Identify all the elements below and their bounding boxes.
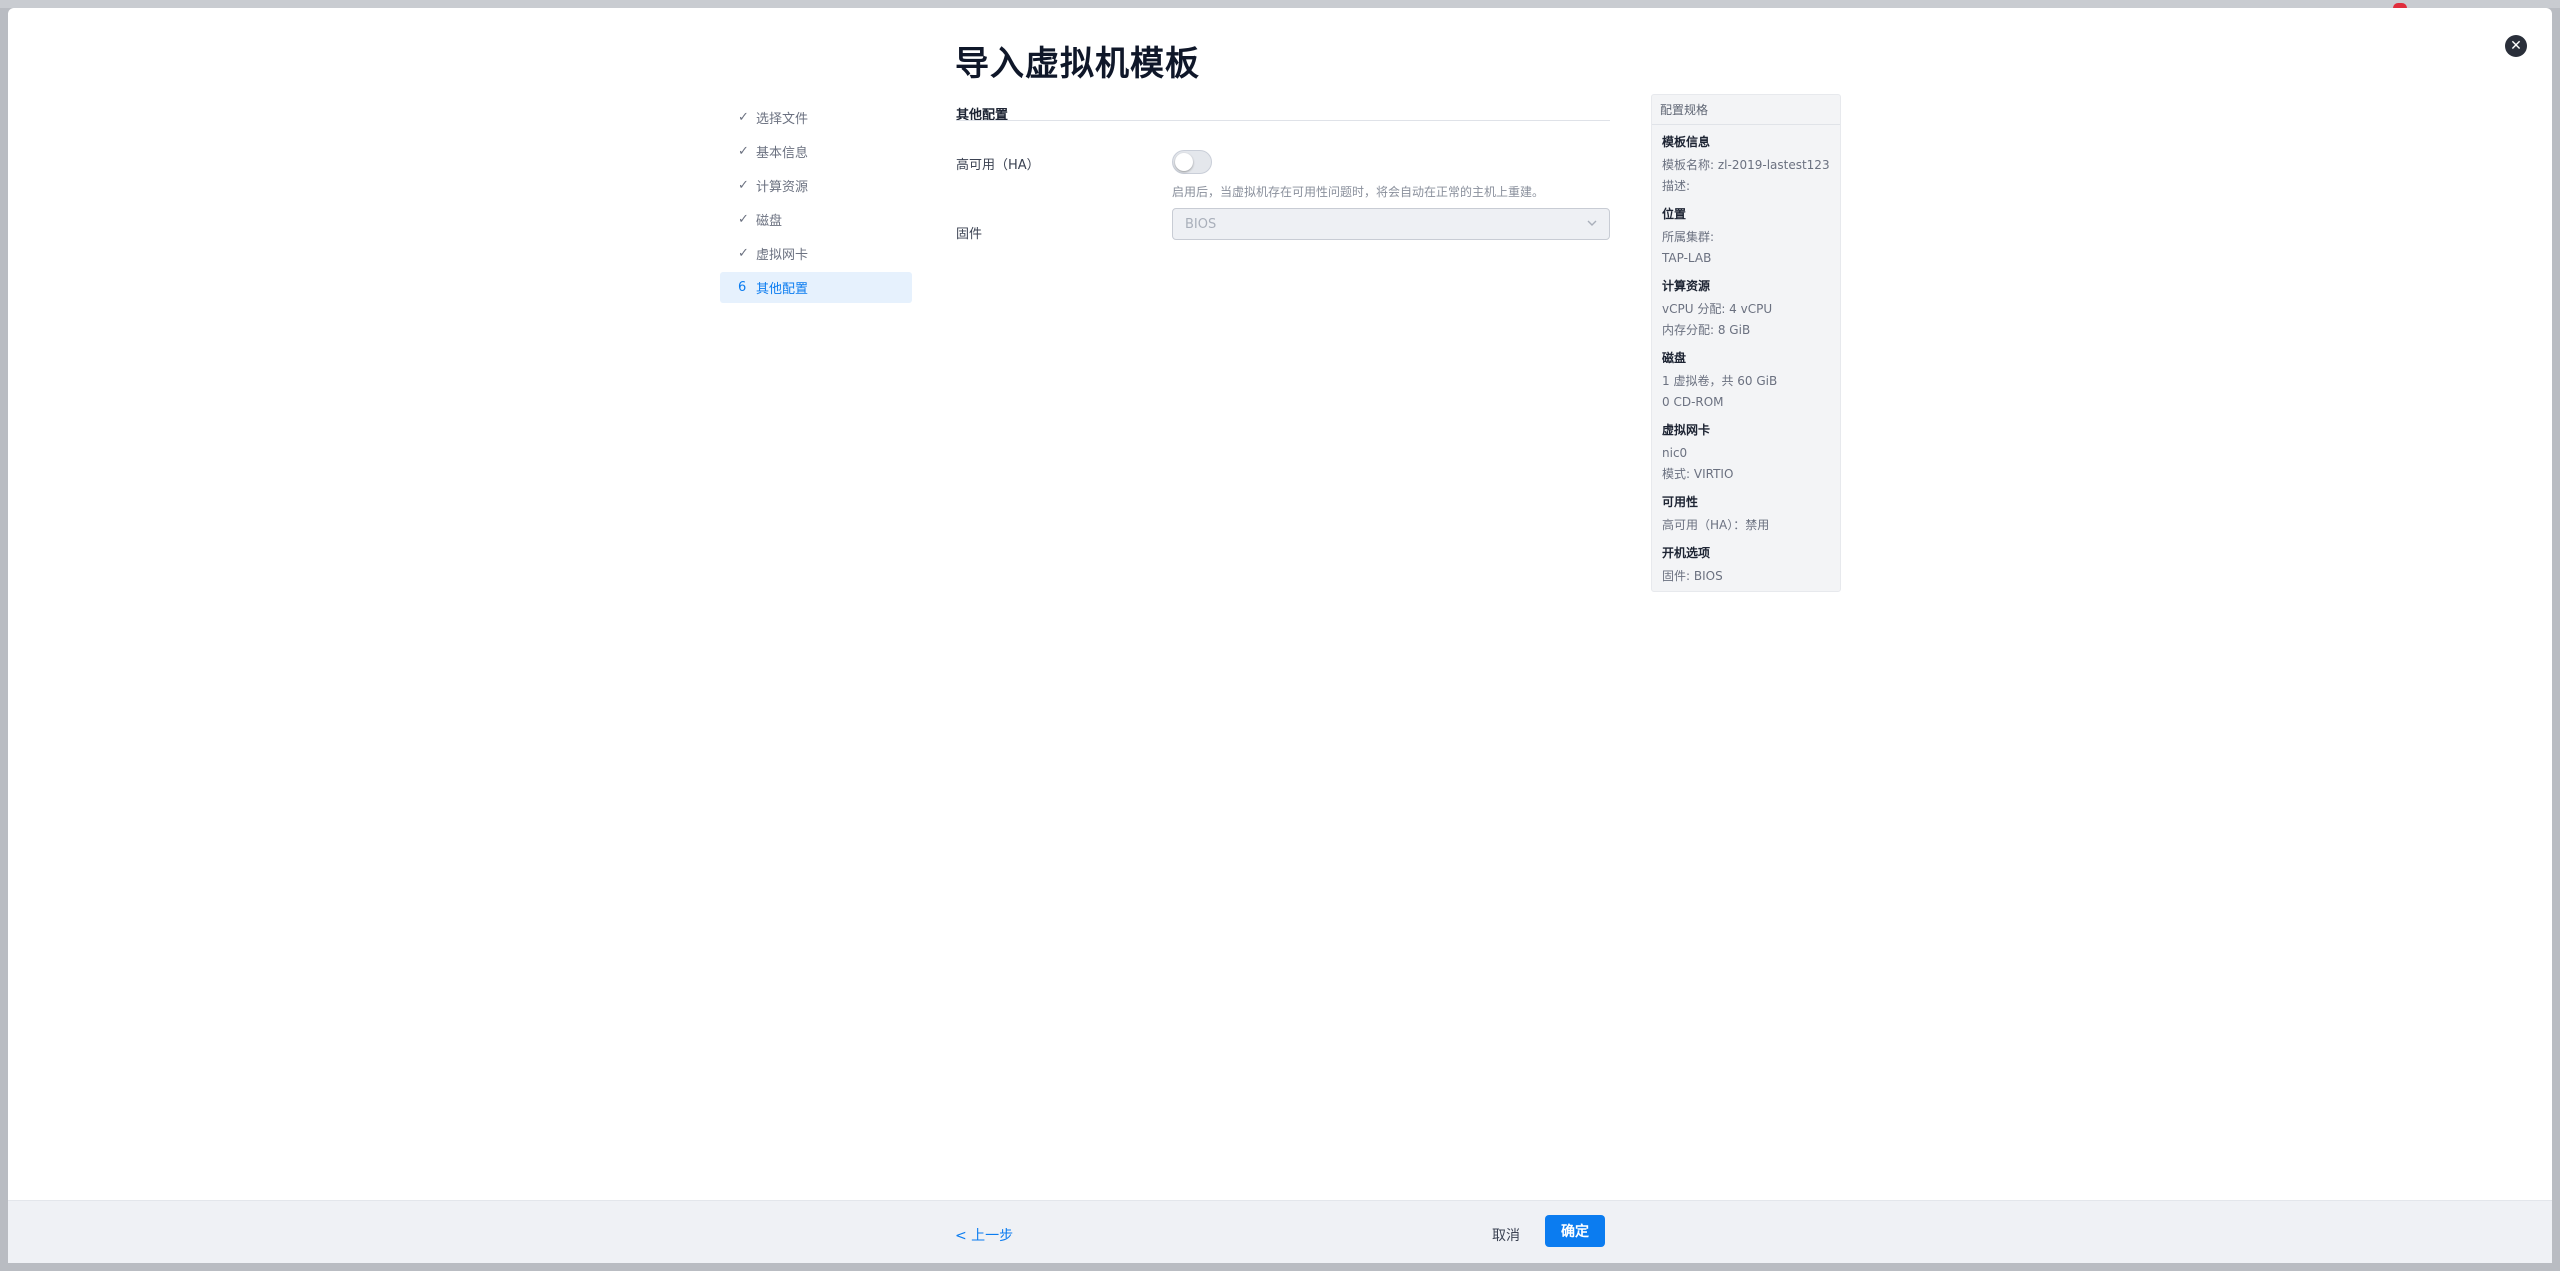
summary-line: 模式: VIRTIO — [1662, 467, 1734, 481]
summary-group-availability: 可用性 高可用（HA）：禁用 — [1652, 485, 1840, 536]
previous-step-button[interactable]: < 上一步 — [955, 1225, 1013, 1245]
chevron-down-icon — [1587, 220, 1597, 226]
confirm-button[interactable]: 确定 — [1545, 1215, 1605, 1247]
summary-line: 内存分配: 8 GiB — [1662, 323, 1751, 337]
step-label: 其他配置 — [756, 282, 809, 297]
summary-group-nic: 虚拟网卡 nic0 模式: VIRTIO — [1652, 413, 1840, 485]
step-nic[interactable]: ✓ 虚拟网卡 — [720, 238, 912, 269]
summary-line: 高可用（HA）：禁用 — [1662, 518, 1770, 532]
wizard-steps: ✓ 选择文件 ✓ 基本信息 ✓ 计算资源 ✓ 磁盘 ✓ 虚拟网卡 6 其他配置 — [720, 102, 912, 306]
firmware-value: BIOS — [1185, 216, 1217, 232]
summary-line: 0 CD-ROM — [1662, 395, 1724, 409]
summary-group-location: 位置 所属集群: TAP-LAB — [1652, 197, 1840, 269]
summary-line: vCPU 分配: 4 vCPU — [1662, 302, 1773, 316]
import-template-dialog: 导入虚拟机模板 ✕ ✓ 选择文件 ✓ 基本信息 ✓ 计算资源 ✓ 磁盘 ✓ 虚拟… — [8, 8, 2552, 1263]
close-icon[interactable]: ✕ — [2505, 35, 2527, 57]
summary-heading: 虚拟网卡 — [1662, 423, 1711, 437]
step-basic-info[interactable]: ✓ 基本信息 — [720, 136, 912, 167]
cancel-button[interactable]: 取消 — [1492, 1225, 1520, 1245]
summary-line: 模板名称: zl-2019-lastest123 — [1662, 158, 1830, 172]
summary-heading: 开机选项 — [1662, 546, 1711, 560]
ha-toggle[interactable] — [1172, 150, 1212, 174]
config-summary-panel: 配置规格 模板信息 模板名称: zl-2019-lastest123 描述: 位… — [1651, 94, 1841, 592]
step-label: 计算资源 — [756, 180, 809, 195]
step-select-file[interactable]: ✓ 选择文件 — [720, 102, 912, 133]
summary-heading: 位置 — [1662, 207, 1687, 221]
summary-line: 描述: — [1662, 179, 1691, 193]
toggle-knob — [1175, 153, 1193, 171]
summary-title: 配置规格 — [1652, 95, 1840, 125]
step-label: 基本信息 — [756, 146, 809, 161]
section-divider — [956, 120, 1610, 121]
step-label: 选择文件 — [756, 112, 809, 127]
summary-group-template: 模板信息 模板名称: zl-2019-lastest123 描述: — [1652, 125, 1840, 197]
step-disk[interactable]: ✓ 磁盘 — [720, 204, 912, 235]
check-icon: ✓ — [738, 110, 749, 125]
summary-heading: 可用性 — [1662, 495, 1699, 509]
summary-line: 所属集群: — [1662, 230, 1715, 244]
step-other-config[interactable]: 6 其他配置 — [720, 272, 912, 303]
ha-hint: 启用后，当虚拟机存在可用性问题时，将会自动在正常的主机上重建。 — [1172, 185, 1545, 199]
summary-line: 固件: BIOS — [1662, 569, 1723, 583]
check-icon: ✓ — [738, 246, 749, 261]
dialog-footer: < 上一步 取消 确定 — [8, 1200, 2552, 1263]
summary-heading: 磁盘 — [1662, 351, 1687, 365]
step-compute[interactable]: ✓ 计算资源 — [720, 170, 912, 201]
summary-line: 1 虚拟卷，共 60 GiB — [1662, 374, 1778, 388]
summary-line: nic0 — [1662, 446, 1688, 460]
check-icon: ✓ — [738, 144, 749, 159]
step-number: 6 — [738, 280, 747, 295]
step-label: 磁盘 — [756, 214, 783, 229]
summary-line: TAP-LAB — [1662, 251, 1712, 265]
check-icon: ✓ — [738, 178, 749, 193]
summary-group-disk: 磁盘 1 虚拟卷，共 60 GiB 0 CD-ROM — [1652, 341, 1840, 413]
firmware-label: 固件 — [956, 227, 983, 242]
summary-group-boot: 开机选项 固件: BIOS — [1652, 536, 1840, 587]
summary-group-compute: 计算资源 vCPU 分配: 4 vCPU 内存分配: 8 GiB — [1652, 269, 1840, 341]
app-backdrop — [0, 0, 2560, 8]
ha-label: 高可用（HA） — [956, 158, 1040, 173]
summary-heading: 计算资源 — [1662, 279, 1711, 293]
dialog-title: 导入虚拟机模板 — [955, 44, 1200, 84]
step-label: 虚拟网卡 — [756, 248, 809, 263]
summary-heading: 模板信息 — [1662, 135, 1711, 149]
check-icon: ✓ — [738, 212, 749, 227]
firmware-select[interactable]: BIOS — [1172, 208, 1610, 240]
